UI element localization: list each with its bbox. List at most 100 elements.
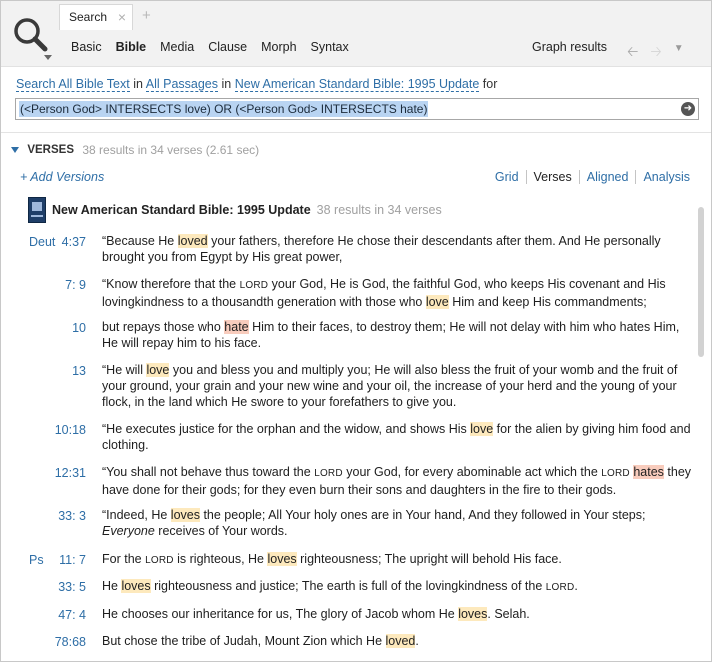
passages-dropdown[interactable]: All Passages — [145, 77, 219, 92]
love-hit: loves — [170, 508, 200, 522]
scope-for-text: for — [482, 77, 498, 91]
search-kind-dropdown[interactable]: Search All Bible Text — [16, 77, 130, 92]
mode-tab-morph[interactable]: Morph — [261, 40, 296, 54]
app-window: Search × + Basic Bible Media Clause Morp… — [0, 0, 712, 662]
view-grid[interactable]: Grid — [488, 170, 526, 184]
text-run: Him and keep His commandments; — [448, 295, 647, 309]
scrollbar[interactable] — [698, 205, 705, 661]
verse-reference-link[interactable]: 33: 5 — [58, 580, 86, 594]
verse-reference-link[interactable]: 47: 4 — [58, 608, 86, 622]
text-run: your God, for every abominable act which… — [342, 465, 602, 479]
small-caps-word: LORD — [314, 468, 343, 479]
text-run: is righteous, He — [173, 552, 268, 566]
verse-text: He chooses our inheritance for us, The g… — [102, 606, 692, 622]
love-hit: love — [425, 295, 449, 309]
toolbar-header: Search × + Basic Bible Media Clause Morp… — [1, 1, 711, 67]
verse-text: “He executes justice for the orphan and … — [102, 421, 692, 453]
small-caps-word: LORD — [601, 468, 630, 479]
text-run: “Because He — [102, 234, 178, 248]
verse-text: “You shall not behave thus toward the LO… — [102, 464, 692, 498]
love-hit: loves — [458, 607, 488, 621]
results-summary: 38 results in 34 verses (2.61 sec) — [82, 142, 260, 157]
scope-in-text-2: in — [221, 77, 232, 91]
verse-reference-link[interactable]: 11: 7 — [59, 553, 86, 567]
verse-reference-link[interactable]: 13 — [72, 364, 86, 378]
version-header: New American Standard Bible: 1995 Update… — [28, 197, 442, 223]
mode-tab-media[interactable]: Media — [160, 40, 194, 54]
text-run: receives of Your words. — [154, 524, 288, 538]
hate-hit: hate — [224, 320, 249, 334]
search-mode-tabs: Basic Bible Media Clause Morph Syntax — [71, 40, 349, 54]
query-text[interactable]: (<Person God> INTERSECTS love) OR (<Pers… — [19, 101, 429, 117]
search-menu-caret-icon[interactable] — [44, 55, 52, 60]
text-run: but repays those who — [102, 320, 225, 334]
text-run: “Know therefore that the — [102, 277, 240, 291]
tab-search[interactable]: Search × — [59, 4, 133, 30]
verse-text: He loves righteousness and justice; The … — [102, 578, 692, 596]
small-caps-word: LORD — [145, 555, 174, 566]
bible-book-icon — [28, 197, 46, 223]
love-hit: loved — [385, 634, 416, 648]
text-run: . Selah. — [487, 607, 530, 621]
graph-results-button[interactable]: Graph results — [532, 40, 607, 54]
chevron-down-icon[interactable]: ▼ — [674, 41, 684, 65]
tab-label: Search — [69, 10, 108, 24]
love-hit: loves — [121, 579, 151, 593]
text-run: He — [102, 579, 122, 593]
verses-section-header[interactable]: VERSES 38 results in 34 verses (2.61 sec… — [11, 142, 259, 157]
verse-reference-link[interactable]: 7: 9 — [65, 278, 86, 292]
view-switcher: Grid Verses Aligned Analysis — [488, 170, 697, 184]
small-caps-word: LORD — [545, 582, 575, 593]
verse-reference-link[interactable]: 12:31 — [55, 466, 86, 480]
run-search-arrow-icon[interactable]: ➜ — [681, 102, 695, 116]
book-name-link[interactable]: Deut — [29, 235, 55, 249]
mode-tab-clause[interactable]: Clause — [208, 40, 247, 54]
verse-text: “He will love you and bless you and mult… — [102, 362, 692, 410]
close-icon[interactable]: × — [118, 9, 126, 25]
add-versions-link[interactable]: + Add Versions — [20, 170, 104, 184]
collapse-caret-icon[interactable] — [11, 146, 19, 153]
verse-reference-link[interactable]: 10:18 — [55, 423, 86, 437]
text-run: For the — [102, 552, 146, 566]
version-dropdown[interactable]: New American Standard Bible: 1995 Update — [234, 77, 480, 92]
version-title[interactable]: New American Standard Bible: 1995 Update — [52, 203, 311, 217]
verse-reference-link[interactable]: 10 — [72, 321, 86, 335]
text-run: you and bless you and multiply you; He w… — [102, 363, 678, 409]
text-run: . — [574, 579, 578, 593]
version-results-count: 38 results in 34 verses — [316, 203, 442, 217]
text-run: “He will — [102, 363, 147, 377]
verse-text: “Know therefore that the LORD your God, … — [102, 276, 692, 310]
search-icon[interactable] — [11, 16, 51, 56]
search-scope: Search All Bible Text in All Passages in… — [16, 77, 498, 92]
view-verses[interactable]: Verses — [525, 170, 579, 184]
view-analysis[interactable]: Analysis — [635, 170, 697, 184]
text-run: righteousness; The upright will behold H… — [296, 552, 562, 566]
add-tab-icon[interactable]: + — [133, 4, 151, 28]
verse-reference-link[interactable]: 4:37 — [62, 235, 86, 249]
scrollbar-thumb[interactable] — [698, 207, 704, 357]
verse-text: “Indeed, He loves the people; All Your h… — [102, 507, 692, 539]
divider — [1, 132, 711, 133]
forward-arrow-icon[interactable]: 🡢 — [650, 41, 661, 65]
text-run: “You shall not behave thus toward the — [102, 465, 315, 479]
query-input[interactable]: (<Person God> INTERSECTS love) OR (<Pers… — [15, 98, 699, 120]
mode-tab-bible[interactable]: Bible — [116, 40, 147, 54]
text-run: the people; All Your holy ones are in Yo… — [199, 508, 646, 522]
view-aligned[interactable]: Aligned — [578, 170, 636, 184]
text-run: righteousness and justice; The earth is … — [150, 579, 546, 593]
mode-tab-syntax[interactable]: Syntax — [311, 40, 349, 54]
verse-text: For the LORD is righteous, He loves righ… — [102, 551, 692, 569]
history-nav: 🡠 🡢 ▼ — [627, 41, 684, 65]
verse-text: “Because He loved your fathers, therefor… — [102, 233, 692, 265]
tab-strip: Search × + — [59, 4, 151, 30]
text-run: “He executes justice for the orphan and … — [102, 422, 471, 436]
hate-hit: hates — [633, 465, 664, 479]
love-hit: loves — [267, 552, 297, 566]
back-arrow-icon[interactable]: 🡠 — [627, 41, 638, 65]
verse-reference-link[interactable]: 78:68 — [55, 635, 86, 649]
small-caps-word: LORD — [239, 280, 269, 291]
verse-reference-link[interactable]: 33: 3 — [58, 509, 86, 523]
book-name-link[interactable]: Ps — [29, 553, 44, 567]
mode-tab-basic[interactable]: Basic — [71, 40, 102, 54]
scope-in-text: in — [133, 77, 143, 91]
